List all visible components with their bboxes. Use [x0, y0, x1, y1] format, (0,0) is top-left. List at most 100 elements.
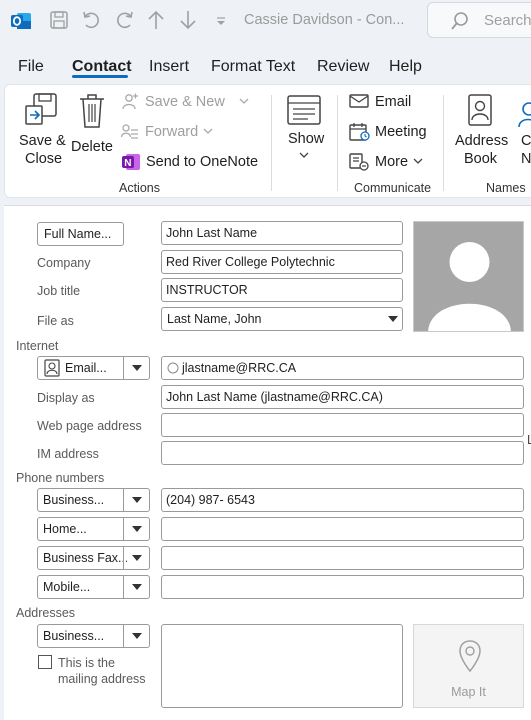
person-silhouette-icon — [428, 242, 511, 331]
phone-home-dropdown[interactable] — [123, 518, 149, 540]
address-book-label-1: Address — [455, 133, 509, 149]
outlook-app-icon — [10, 10, 32, 32]
show-icon — [286, 93, 322, 131]
show-button[interactable]: Show — [281, 91, 331, 173]
internet-section-label: Internet — [16, 339, 59, 353]
email-type-select[interactable]: Email... — [37, 356, 150, 380]
delete-button[interactable]: Delete — [69, 91, 115, 173]
address-type: Business... — [43, 629, 105, 643]
envelope-icon — [349, 93, 369, 113]
caret-down-icon — [131, 584, 142, 590]
check-names-button[interactable]: Ch Na — [513, 91, 531, 173]
email-label: Email — [375, 94, 412, 110]
phone-mobile-field[interactable] — [161, 575, 524, 599]
display-as-label: Display as — [37, 391, 95, 405]
phone-business-field[interactable]: (204) 987- 6543 — [161, 488, 524, 512]
actions-group-label: Actions — [119, 181, 160, 195]
check-names-icon — [515, 99, 531, 133]
tab-help[interactable]: Help — [389, 58, 422, 76]
full-name-button-label: Full Name... — [44, 227, 112, 241]
presence-circle-icon — [167, 362, 179, 377]
job-title-field[interactable]: INSTRUCTOR — [161, 278, 403, 302]
communicate-group-label: Communicate — [354, 181, 432, 195]
customize-quick-access-icon[interactable] — [214, 9, 228, 31]
meeting-label: Meeting — [375, 124, 427, 140]
email-type-dropdown[interactable] — [123, 357, 149, 379]
caret-down-icon — [131, 555, 142, 561]
search-box[interactable]: Search — [427, 2, 531, 38]
contact-form: Full Name... John Last Name Company Red … — [4, 205, 531, 720]
phone-home-select[interactable]: Home... — [37, 517, 150, 541]
save-close-label-1: Save & — [19, 133, 66, 149]
chevron-down-icon — [413, 154, 423, 172]
window-title: Cassie Davidson - Con... — [244, 12, 405, 28]
im-address-field[interactable] — [161, 441, 524, 465]
phone-home-field[interactable] — [161, 517, 524, 541]
menu-tabs: File Contact Insert Format Text Review H… — [0, 48, 531, 84]
undo-icon[interactable] — [81, 9, 103, 31]
phone-fax-type: Business Fax... — [43, 551, 127, 565]
phone-mobile-dropdown[interactable] — [123, 576, 149, 598]
address-type-dropdown[interactable] — [123, 625, 149, 647]
tab-file[interactable]: File — [18, 58, 44, 76]
phone-business-select[interactable]: Business... — [37, 488, 150, 512]
svg-text:N: N — [124, 158, 131, 169]
active-tab-indicator — [72, 75, 128, 78]
chevron-down-icon — [203, 124, 213, 142]
onenote-icon: N — [121, 152, 141, 176]
map-it-button[interactable]: Map It — [413, 624, 524, 708]
address-type-select[interactable]: Business... — [37, 624, 150, 648]
phone-fax-select[interactable]: Business Fax... — [37, 546, 150, 570]
show-label: Show — [288, 131, 325, 147]
caret-down-icon — [131, 526, 142, 532]
email-value: jlastname@RRC.CA — [182, 361, 297, 375]
delete-label: Delete — [71, 139, 113, 155]
search-placeholder: Search — [484, 12, 531, 29]
full-name-field[interactable]: John Last Name — [161, 221, 403, 245]
caret-down-icon — [131, 633, 142, 639]
file-as-value: Last Name, John — [167, 312, 262, 326]
phone-fax-dropdown[interactable] — [123, 547, 149, 569]
file-as-select[interactable]: Last Name, John — [161, 307, 403, 331]
tab-contact[interactable]: Contact — [72, 58, 132, 76]
more-icon — [349, 152, 371, 176]
redo-icon[interactable] — [113, 9, 135, 31]
address-field[interactable] — [161, 624, 403, 708]
tab-format-text[interactable]: Format Text — [211, 58, 295, 76]
save-close-label-2: Close — [25, 151, 63, 167]
email-type-label: Email... — [65, 361, 107, 375]
phone-fax-field[interactable] — [161, 546, 524, 570]
company-field[interactable]: Red River College Polytechnic — [161, 250, 403, 274]
edge-text-fragment: L — [527, 433, 531, 447]
phone-mobile-select[interactable]: Mobile... — [37, 575, 150, 599]
address-book-button[interactable]: Address Book — [451, 91, 509, 173]
company-label: Company — [37, 256, 91, 270]
caret-down-icon — [388, 316, 398, 322]
next-item-icon[interactable] — [178, 9, 198, 31]
email-field[interactable]: jlastname@RRC.CA — [161, 356, 524, 380]
web-page-label: Web page address — [37, 419, 142, 433]
send-to-onenote-label: Send to OneNote — [146, 154, 259, 170]
search-icon — [450, 11, 470, 36]
save-close-button[interactable]: Save & Close — [15, 91, 69, 173]
display-as-field[interactable]: John Last Name (jlastname@RRC.CA) — [161, 385, 524, 409]
full-name-button[interactable]: Full Name... — [37, 222, 124, 246]
previous-item-icon[interactable] — [146, 9, 166, 31]
save-new-label: Save & New — [145, 94, 225, 110]
chevron-down-icon — [299, 149, 309, 165]
title-bar: Cassie Davidson - Con... Search — [0, 0, 531, 42]
map-pin-icon — [458, 639, 482, 678]
tab-review[interactable]: Review — [317, 58, 369, 76]
save-icon[interactable] — [48, 9, 70, 31]
mailing-address-label-line2: mailing address — [58, 672, 146, 686]
phone-business-dropdown[interactable] — [123, 489, 149, 511]
mailing-address-checkbox[interactable] — [38, 655, 52, 669]
contact-photo[interactable] — [413, 221, 524, 332]
web-page-field[interactable] — [161, 413, 524, 437]
names-group-label: Names — [486, 181, 526, 195]
phone-business-type: Business... — [43, 493, 105, 507]
caret-down-icon — [131, 365, 142, 371]
ribbon: Save & Close Delete Save & New Forward N… — [4, 84, 531, 198]
tab-insert[interactable]: Insert — [149, 58, 189, 76]
check-names-label-1: Ch — [521, 133, 531, 149]
